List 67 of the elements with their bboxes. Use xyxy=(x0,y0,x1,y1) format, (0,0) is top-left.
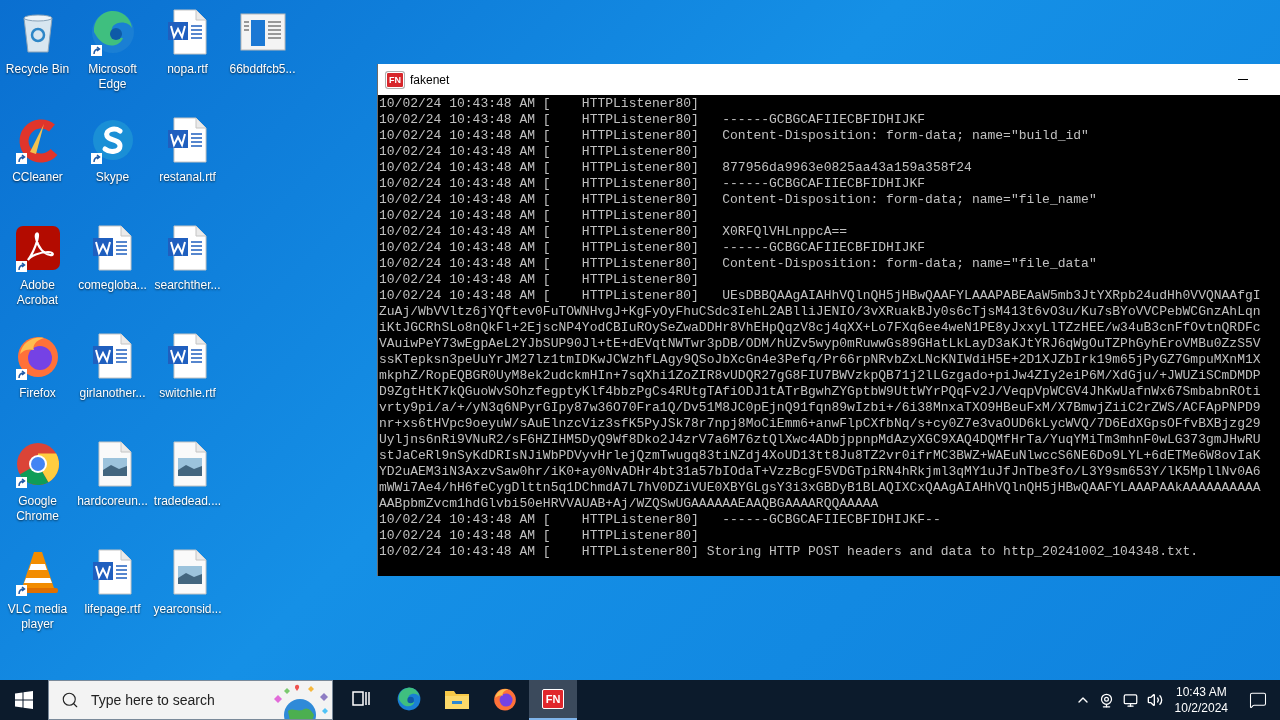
task-view-icon xyxy=(350,689,372,709)
console-line: 10/02/24 10:43:48 AM [ HTTPListener80] xyxy=(379,528,699,544)
console-line: 10/02/24 10:43:48 AM [ HTTPListener80] xyxy=(379,208,699,224)
acrobat-icon xyxy=(13,224,62,272)
window-title: fakenet xyxy=(410,72,451,87)
console-line: 10/02/24 10:43:48 AM [ HTTPListener80] Storing HTTP POST headers and data to http_20241002_104348.txt. xyxy=(379,544,1199,560)
console-line: stJaCeRl9nSyKdDRIsNJiWbPDVyvHrlejQzmTwugq83tiNZdj4XoUD13tt8Ju8TZ2vr0ifrMC3BWZ+WAEuNlwccS6NE6Do9LYL+6dETMe6W8ovIaK xyxy=(379,448,1261,464)
console-line: AABpbmZvcm1hdGlvbi50eHRVVAUAB+Aj/WZQSwUGAAAAAAEAAQBGAAAARQQAAAAA xyxy=(379,496,879,512)
console-line: mkphZ/RopEQBGR0UyM8ek2udckmHIn+7sqXhi1ZoZIR8vUDQR27gG8FIU7BWVzkpQB71j2lLGzgado+piJw4ZIy2eiP6M/XdGju/+JWUZiSCmDMDP xyxy=(379,368,1261,384)
monitor-icon xyxy=(1123,692,1139,708)
desktop-icon-label[interactable]: Adobe Acrobat xyxy=(0,278,75,308)
search-icon xyxy=(61,691,79,709)
notification-icon xyxy=(1249,691,1267,709)
console-line: 10/02/24 10:43:48 AM [ HTTPListener80] X0RFQlVHLnppcA== xyxy=(379,224,848,240)
desktop-icon-label[interactable]: girlanother... xyxy=(75,386,150,401)
console-line: 10/02/24 10:43:48 AM [ HTTPListener80] ------GCBGCAFIIECBFIDHIJKF-- xyxy=(379,512,941,528)
clock-button[interactable]: 10:43 AM 10/2/2024 xyxy=(1166,680,1236,720)
desktop-icon-label[interactable]: comegloba... xyxy=(75,278,150,293)
console-line: ZuAj/WbVVltz6jYQftev0FuTOWNHvgJ+KgFyOyFhuCSdc3IehL2ABlliJENIO/3vXRuakBJy0s6cTjsM413t6vO3u/Ku7sBYoVVCPebWCGnzAhLqn xyxy=(379,304,1261,320)
fakenet-logo: FN xyxy=(541,689,565,709)
console-line: mWWi7Ae4/hH6feCygDlttn5q1DChmdA7L7hV0DZiVUE0XBYGLgsY3i3xGBDyB1BLAQIXCxQAAgAIAHhVQlnQH5jHBwQAAFYLAAAPAAkAAAAAAAAAA xyxy=(379,480,1261,496)
firefox-icon xyxy=(492,686,518,712)
console-line: D9ZgtHtK7kQGuoWvSOhzfegptyKlf4bbzPgCs4RUtgTAfiODJ1tATrBgwhZYGptbW9UttWYrPQqFv2J/VeqpVpWCGV4JhKwUafnWx67SmbabnROti xyxy=(379,384,1261,400)
console-line: 10/02/24 10:43:48 AM [ HTTPListener80] ------GCBGCAFIIECBFIDHIJKF xyxy=(379,112,926,128)
desktop-icon-label[interactable]: searchther... xyxy=(150,278,225,293)
desktop-icon-label[interactable]: lifepage.rtf xyxy=(75,602,150,617)
console-line: nr+xs6tHVpc9oeyuW/sAuElnzcViz3sfK5PyJSk78r7npj8MoCiEmm6+anwFlpCXfbNq/s+cy0Z7e3vaOUD6kLycWVQ/7D6EdXGpsOFfvBXBjzg29 xyxy=(379,416,1261,432)
desktop-icon-label[interactable]: Microsoft Edge xyxy=(75,62,150,92)
desktop-icon-label[interactable]: 66bddfcb5... xyxy=(225,62,300,77)
console-line: vrty9pi/a/+/yN3q6NPyrGIpy87w36O70Fra1Q/Dv51M8JC0pEjnQ91fqn89wIzbi+/6i38MnxaTXO9HBeuFxM/X7BmwjZiiC2rZWS/ACFApPNPD9 xyxy=(379,400,1261,416)
search-field[interactable]: Type here to search xyxy=(89,691,252,709)
minimize-icon xyxy=(1238,79,1248,80)
folder-icon xyxy=(444,688,470,710)
desktop-icon-label[interactable]: VLC media player xyxy=(0,602,75,632)
desktop-icon-label[interactable]: restanal.rtf xyxy=(150,170,225,185)
edge-icon xyxy=(396,686,422,712)
console-line: YD2uAEM3iN3AxzvSaw0hr/iK0+ay0NvADHr4bt31a57bIOdaT+VzzBcgF5VDGTpiRN4hRkjml3qMY1uJfJnTbe3fo/L3Y9sm653Y/lK5MpllNv0A6 xyxy=(379,464,1261,480)
console-line: 10/02/24 10:43:48 AM [ HTTPListener80] xyxy=(379,96,699,112)
console-line: iKtJGCRhSLo8nQkFl+2EjscNP4YodCBIuROySeZwaDDHr8VhEHpQqzV8cj4qXX+Lo7FXq6ee4weN1PE8yJxxyLlTZzHEE/w34uB3cnFfOvtnQRDFc xyxy=(379,320,1261,336)
desktop-icon-label[interactable]: yearconsid... xyxy=(150,602,225,617)
desktop-icon-label[interactable]: Google Chrome xyxy=(0,494,75,524)
console-line: 10/02/24 10:43:48 AM [ HTTPListener80] ------GCBGCAFIIECBFIDHIJKF xyxy=(379,240,926,256)
console-line: 10/02/24 10:43:48 AM [ HTTPListener80] Content-Disposition: form-data; name="file_data" xyxy=(379,256,1097,272)
console-line: 10/02/24 10:43:48 AM [ HTTPListener80] 877956da9963e0825aa43a159a358f24 xyxy=(379,160,972,176)
taskbar-app-button[interactable]: FN xyxy=(529,680,577,720)
desktop-icon-label[interactable]: hardcoreun... xyxy=(75,494,150,509)
console-line: 10/02/24 10:43:48 AM [ HTTPListener80] Content-Disposition: form-data; name="file_name" xyxy=(379,192,1097,208)
console-line: Uyljns6nRi9VNuR2/sF6HZIHM5DyQ9Wf8Dko2J4zrV7a6M76ztQlXwc4ADbjppnpMdAzyXGC9XAQ4DQMfHrTa/YuqYMiTm3mhnF0wLG373gmJHwRU xyxy=(379,432,1261,448)
desktop-icon-label[interactable]: nopa.rtf xyxy=(150,62,225,77)
desktop-icon-label[interactable]: Firefox xyxy=(0,386,75,401)
search-bar[interactable]: Type here to search xyxy=(48,680,333,720)
speaker-icon xyxy=(1146,692,1163,708)
desktop-icon-label[interactable]: CCleaner xyxy=(0,170,75,185)
fakenet-logo: FN xyxy=(386,71,404,88)
desktop-icon-label[interactable]: switchle.rtf xyxy=(150,386,225,401)
console-line: 10/02/24 10:43:48 AM [ HTTPListener80] ------GCBGCAFIIECBFIDHIJKF xyxy=(379,176,926,192)
console-line: ssKTepksn3peUuYrJM27lz1tmIDKwJCWzhfLAgy9QSoJbXcGn4e3Pefq/Pr66rpNRvbZxLNcKNIWdiH5E+2D1XJZbIrk19m65jPyGZ7GmpuMXnM1X xyxy=(379,352,1261,368)
desktop-icon-label[interactable]: Recycle Bin xyxy=(0,62,75,77)
console-line: 10/02/24 10:43:48 AM [ HTTPListener80] UEsDBBQAAgAIAHhVQlnQH5jHBwQAAFYLAAAPABEAaW5mb3JtYXRpb24udHh0VVQNAAfgI xyxy=(379,288,1261,304)
windows-logo-icon xyxy=(15,691,33,709)
desktop-icon-label[interactable]: tradedead.... xyxy=(150,494,225,509)
desktop-icon-label[interactable]: Skype xyxy=(75,170,150,185)
console-line: 10/02/24 10:43:48 AM [ HTTPListener80] Content-Disposition: form-data; name="build_id" xyxy=(379,128,1089,144)
console-line: 10/02/24 10:43:48 AM [ HTTPListener80] xyxy=(379,144,699,160)
console-line: VAuiwPeY73wEgpAeL2YJbSUP90Jl+tE+dEVqtNWTwr3pDB/ODM/hUZv5wyp0mRuwwGs89GHatLkLayD3aKJtYRJ6qWgOuTZPhGyhEroVMBu0ZzS5V xyxy=(379,336,1261,352)
console-line: 10/02/24 10:43:48 AM [ HTTPListener80] xyxy=(379,272,699,288)
webcam-icon xyxy=(1099,692,1115,708)
